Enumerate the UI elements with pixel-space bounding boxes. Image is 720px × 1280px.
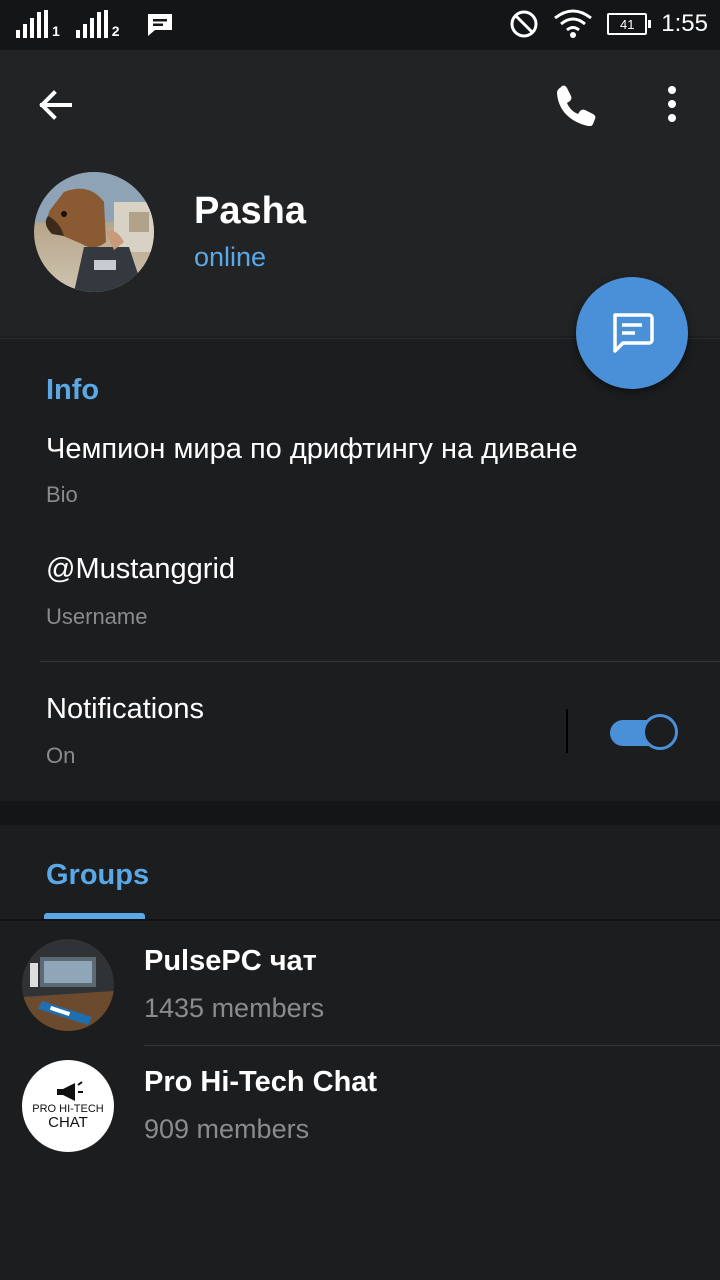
- group-members: 909 members: [144, 1114, 310, 1144]
- divider: [144, 1045, 720, 1046]
- username-text[interactable]: @Mustanggrid: [46, 553, 235, 586]
- megaphone-icon: [57, 1081, 83, 1101]
- vertical-separator: [566, 709, 568, 753]
- sim-1-label: 1: [52, 23, 60, 39]
- group-name[interactable]: PulsePC чат: [144, 945, 317, 978]
- group-logo-text: CHAT: [48, 1114, 88, 1131]
- back-arrow-icon[interactable]: [32, 85, 80, 125]
- notifications-title[interactable]: Notifications: [46, 693, 204, 726]
- bio-text[interactable]: Чемпион мира по дрифтингу на диване: [46, 433, 578, 466]
- status-bar: 1 2 41 1:55: [0, 0, 720, 50]
- status-bar-right: 41 1:55: [509, 8, 708, 40]
- group-avatar-pulsepc[interactable]: [22, 939, 114, 1031]
- chat-bubble-icon: [613, 313, 654, 353]
- profile-status: online: [194, 242, 267, 272]
- battery-level: 41: [620, 16, 635, 32]
- divider: [40, 661, 720, 662]
- battery-icon: 41: [607, 13, 652, 35]
- groups-section: Groups PulsePC чат 1435 members PRO HI-T…: [0, 825, 720, 1280]
- do-not-disturb-icon: [510, 10, 538, 38]
- group-members: 1435 members: [144, 993, 325, 1023]
- wifi-icon: [554, 9, 593, 38]
- tab-divider: [0, 919, 720, 921]
- profile-avatar[interactable]: [34, 172, 154, 292]
- pulsepc-photo: [22, 939, 114, 1031]
- send-message-button[interactable]: [576, 277, 688, 389]
- info-section: Info Чемпион мира по дрифтингу на диване…: [0, 338, 720, 802]
- horse-mask-photo: [34, 172, 154, 292]
- username-label: Username: [46, 604, 148, 629]
- signal-icon: [75, 10, 108, 38]
- message-notification-icon: [147, 14, 172, 36]
- toggle-knob: [642, 714, 678, 750]
- info-section-title: Info: [46, 374, 100, 406]
- more-options-icon[interactable]: [656, 82, 688, 126]
- notifications-state: On: [46, 743, 76, 768]
- group-name[interactable]: Pro Hi-Tech Chat: [144, 1066, 377, 1099]
- notifications-toggle[interactable]: [610, 714, 678, 750]
- tab-groups[interactable]: Groups: [46, 859, 149, 892]
- profile-name: Pasha: [194, 190, 306, 232]
- group-avatar-pro-hi-tech[interactable]: PRO HI-TECH CHAT: [22, 1060, 114, 1152]
- bio-label: Bio: [46, 482, 78, 507]
- phone-call-icon[interactable]: [550, 82, 600, 126]
- section-gap: [0, 801, 720, 825]
- status-bar-left: 1 2: [16, 10, 174, 38]
- clock: 1:55: [661, 10, 708, 37]
- signal-icon: [16, 10, 48, 38]
- sim-2-label: 2: [111, 23, 120, 39]
